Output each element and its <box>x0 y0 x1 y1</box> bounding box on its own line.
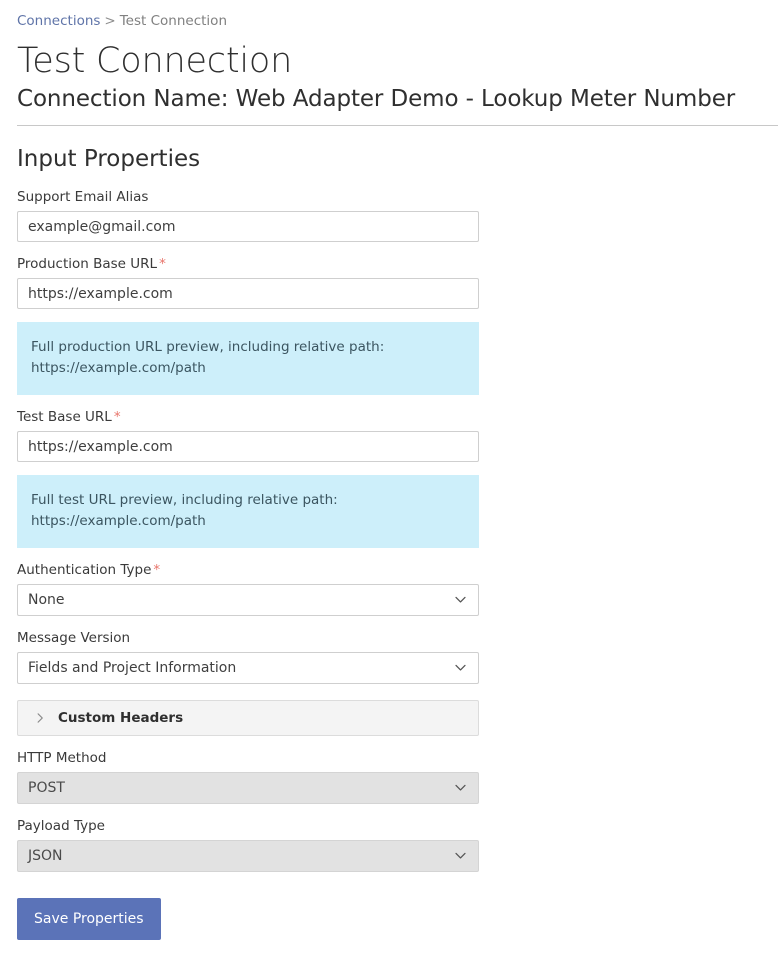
breadcrumb-current: Test Connection <box>119 13 227 29</box>
chevron-down-icon <box>454 781 467 794</box>
field-production-base-url: Production Base URL * <box>17 256 479 309</box>
field-authentication-type: Authentication Type * None <box>17 562 479 616</box>
production-url-preview-callout: Full production URL preview, including r… <box>17 322 479 395</box>
breadcrumb: Connections > Test Connection <box>17 0 778 29</box>
field-message-version: Message Version Fields and Project Infor… <box>17 630 479 684</box>
label-text: Authentication Type <box>17 562 152 578</box>
input-properties-form: Support Email Alias Production Base URL*… <box>17 173 479 940</box>
chevron-down-icon <box>454 661 467 674</box>
field-http-method: HTTP Method POST <box>17 750 479 804</box>
required-indicator: * <box>113 409 121 425</box>
authentication-type-select[interactable]: None <box>17 584 479 616</box>
test-preview-line-1: Full test URL preview, including relativ… <box>31 492 338 508</box>
field-test-base-url: Test Base URL * <box>17 409 479 462</box>
payload-type-value: JSON <box>28 848 63 864</box>
field-payload-type: Payload Type JSON <box>17 818 479 872</box>
custom-headers-label: Custom Headers <box>58 710 184 726</box>
page-container: Connections > Test Connection Test Connect… <box>0 0 778 940</box>
label-authentication-type: Authentication Type * <box>17 562 479 579</box>
message-version-value: Fields and Project Information <box>28 660 237 676</box>
authentication-type-value: None <box>28 592 65 608</box>
http-method-value: POST <box>28 780 65 796</box>
label-text: HTTP Method <box>17 750 107 766</box>
label-message-version: Message Version <box>17 630 479 647</box>
chevron-down-icon <box>454 593 467 606</box>
label-text: Message Version <box>17 630 131 646</box>
section-title-input-properties: Input Properties <box>17 146 201 172</box>
required-indicator: * <box>153 562 161 578</box>
label-payload-type: Payload Type <box>17 818 479 835</box>
label-support-email-alias: Support Email Alias <box>17 189 479 206</box>
test-preview-line-2: https://example.com/path <box>31 513 206 529</box>
test-url-preview-callout: Full test URL preview, including relativ… <box>17 475 479 548</box>
label-text: Production Base URL <box>17 256 158 272</box>
header-divider <box>17 125 778 126</box>
test-base-url-input[interactable] <box>17 431 479 462</box>
label-test-base-url: Test Base URL * <box>17 409 479 426</box>
page-title: Test Connection <box>17 41 293 81</box>
field-support-email-alias: Support Email Alias <box>17 189 479 242</box>
message-version-select[interactable]: Fields and Project Information <box>17 652 479 684</box>
breadcrumb-link-connections[interactable]: Connections <box>17 13 100 29</box>
production-base-url-input[interactable] <box>17 278 479 309</box>
chevron-right-icon <box>34 712 46 724</box>
payload-type-select[interactable]: JSON <box>17 840 479 872</box>
label-text: Test Base URL <box>17 409 112 425</box>
save-properties-button[interactable]: Save Properties <box>17 898 161 940</box>
http-method-select[interactable]: POST <box>17 772 479 804</box>
support-email-alias-input[interactable] <box>17 211 479 242</box>
breadcrumb-separator: > <box>104 13 116 29</box>
label-http-method: HTTP Method <box>17 750 479 767</box>
required-indicator: * <box>159 256 166 272</box>
production-preview-line-2: https://example.com/path <box>31 360 206 376</box>
page-subtitle: Connection Name: Web Adapter Demo - Look… <box>17 86 736 112</box>
custom-headers-accordion[interactable]: Custom Headers <box>17 700 479 736</box>
label-text: Payload Type <box>17 818 105 834</box>
chevron-down-icon <box>454 849 467 862</box>
label-production-base-url: Production Base URL * <box>17 256 479 273</box>
production-preview-line-1: Full production URL preview, including r… <box>31 339 385 355</box>
label-text: Support Email Alias <box>17 189 149 205</box>
